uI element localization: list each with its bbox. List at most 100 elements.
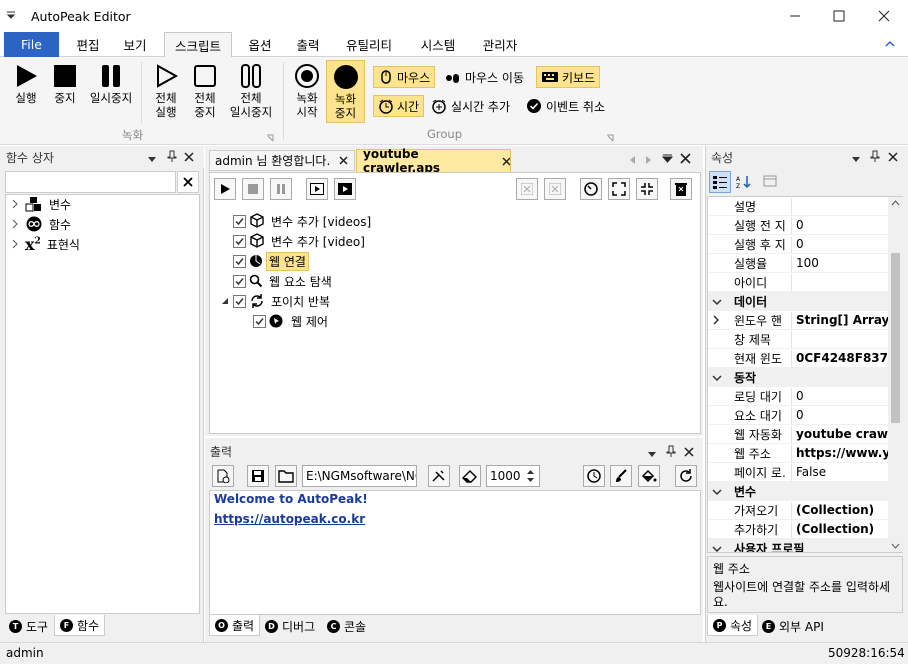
tab-youtube-crawler[interactable]: youtube crawler.aps xyxy=(356,147,511,175)
tab-debug[interactable]: D 디버그 xyxy=(260,616,320,637)
script-node-web-connect[interactable]: 웹 연결 xyxy=(233,251,309,271)
script-node-foreach[interactable]: 포이치 반복 xyxy=(220,291,330,311)
stop-button[interactable]: 중지 xyxy=(48,63,82,105)
property-row[interactable]: 실행 전 지 0 xyxy=(708,216,902,235)
tree-item-variable[interactable]: 변수 xyxy=(10,194,71,214)
property-category[interactable]: 동작 xyxy=(708,368,902,387)
dialog-launcher-icon[interactable] xyxy=(606,131,614,145)
collapse-all-button[interactable] xyxy=(636,178,658,200)
pin-icon[interactable] xyxy=(167,150,177,165)
pause-button[interactable]: 일시중지 xyxy=(86,63,136,105)
timer-button[interactable] xyxy=(580,178,602,200)
maximize-button[interactable] xyxy=(816,0,861,32)
property-row[interactable]: 가져오기 (Collection) xyxy=(708,501,902,520)
menu-file[interactable]: File xyxy=(4,32,59,57)
menu-script[interactable]: 스크립트 xyxy=(164,32,232,58)
categorized-view-button[interactable] xyxy=(709,171,731,193)
refresh-button[interactable] xyxy=(675,465,697,487)
keyboard-toggle[interactable]: 키보드 xyxy=(536,66,601,88)
tab-functions[interactable]: F 함수 xyxy=(54,615,106,636)
function-search-input[interactable] xyxy=(5,171,176,193)
property-row[interactable]: 요소 대기 0 xyxy=(708,406,902,425)
property-row[interactable]: 설명 xyxy=(708,197,902,216)
dialog-launcher-icon[interactable] xyxy=(266,131,274,145)
tab-list-icon[interactable] xyxy=(661,153,674,167)
property-row[interactable]: 웹 주소 https://www.you xyxy=(708,444,902,463)
event-cancel-button[interactable]: 이벤트 취소 xyxy=(526,95,605,117)
close-panel-icon[interactable] xyxy=(684,446,694,460)
panel-dropdown-icon[interactable] xyxy=(648,447,656,461)
script-stop-button[interactable] xyxy=(242,178,264,200)
panel-dropdown-icon[interactable] xyxy=(852,152,860,166)
menu-edit[interactable]: 편집 xyxy=(66,32,110,57)
checkbox[interactable] xyxy=(233,254,246,268)
property-category[interactable]: 변수 xyxy=(708,482,902,501)
realtime-add-button[interactable]: 실시간 추가 xyxy=(431,95,510,117)
pin-icon[interactable] xyxy=(870,150,880,165)
step-run-button[interactable] xyxy=(306,178,328,200)
menu-output[interactable]: 출력 xyxy=(286,32,330,57)
script-run-button[interactable] xyxy=(214,178,236,200)
background-fill-button[interactable] xyxy=(638,465,660,487)
pause-all-button[interactable]: 전체 일시중지 xyxy=(226,63,276,119)
tab-tools[interactable]: T 도구 xyxy=(4,616,53,637)
minimize-button[interactable] xyxy=(772,0,817,32)
delete-disabled-button[interactable] xyxy=(516,178,538,200)
log-path-input[interactable]: E:\NGMsoftware\NG xyxy=(302,465,417,487)
menu-utility[interactable]: 유틸리티 xyxy=(334,32,404,57)
property-scrollbar[interactable] xyxy=(888,197,903,552)
script-pause-button[interactable] xyxy=(270,178,292,200)
new-log-button[interactable] xyxy=(212,465,234,487)
script-node-web-control[interactable]: 웹 제어 xyxy=(253,311,328,331)
open-folder-button[interactable] xyxy=(275,465,297,487)
clear-search-button[interactable] xyxy=(177,171,199,193)
stop-all-button[interactable]: 전체 중지 xyxy=(187,63,223,119)
checkbox[interactable] xyxy=(233,234,246,248)
property-row[interactable]: 실행율 100 xyxy=(708,254,902,273)
scroll-tabs-right-icon[interactable] xyxy=(645,154,653,168)
mouse-toggle[interactable]: 마우스 xyxy=(373,66,436,88)
property-row[interactable]: 페이지 로. False xyxy=(708,463,902,482)
menu-admin[interactable]: 관리자 xyxy=(472,32,528,57)
run-button[interactable]: 실행 xyxy=(8,63,44,105)
tab-external-api[interactable]: E 외부 API xyxy=(757,616,829,637)
panel-dropdown-icon[interactable] xyxy=(148,152,156,166)
property-category[interactable]: 사용자 프로필 xyxy=(708,539,902,552)
clean-button[interactable] xyxy=(428,465,450,487)
output-link[interactable]: https://autopeak.co.kr xyxy=(214,512,365,526)
tab-welcome[interactable]: admin 님 환영합니다. xyxy=(209,150,355,171)
property-row[interactable]: 추가하기 (Collection) xyxy=(708,520,902,539)
tree-item-expression[interactable]: x2 표현식 xyxy=(10,234,80,254)
record-stop-button[interactable]: 녹화 중지 xyxy=(326,60,365,123)
property-pages-icon[interactable] xyxy=(763,174,777,191)
delete-all-disabled-button[interactable] xyxy=(544,178,566,200)
record-start-button[interactable]: 녹화 시작 xyxy=(290,63,324,119)
menu-options[interactable]: 옵션 xyxy=(238,32,282,57)
script-node-find-web-element[interactable]: 웹 요소 탐색 xyxy=(233,271,332,291)
tree-item-function[interactable]: 함수 xyxy=(10,214,71,234)
menu-system[interactable]: 시스템 xyxy=(410,32,466,57)
alphabetical-view-button[interactable]: AZ xyxy=(733,172,755,192)
property-row[interactable]: 아이디 xyxy=(708,273,902,292)
color-pen-button[interactable] xyxy=(610,465,632,487)
checkbox[interactable] xyxy=(233,214,246,228)
close-window-button[interactable] xyxy=(861,0,906,32)
run-from-here-button[interactable] xyxy=(334,178,356,200)
expand-all-button[interactable] xyxy=(608,178,630,200)
mouse-move-toggle[interactable]: 마우스 이동 xyxy=(444,66,524,88)
time-toggle[interactable]: 시간 xyxy=(373,95,425,117)
script-node-add-variable-video[interactable]: 변수 추가 [video] xyxy=(233,231,365,251)
timestamp-button[interactable] xyxy=(583,465,605,487)
checkbox[interactable] xyxy=(253,314,266,328)
pin-icon[interactable] xyxy=(666,445,676,460)
close-panel-icon[interactable] xyxy=(184,151,194,165)
property-row[interactable]: 현재 윈도 0CF4248F837265 xyxy=(708,349,902,368)
script-node-add-variable-videos[interactable]: 변수 추가 [videos] xyxy=(233,211,371,231)
property-row[interactable]: 창 제목 xyxy=(708,330,902,349)
close-document-icon[interactable] xyxy=(680,153,691,167)
tab-properties[interactable]: P 속성 xyxy=(707,615,759,636)
scroll-tabs-left-icon[interactable] xyxy=(628,154,636,168)
property-category[interactable]: 데이터 xyxy=(708,292,902,311)
property-row[interactable]: 웹 자동화 youtube crawler xyxy=(708,425,902,444)
property-row[interactable]: 실행 후 지 0 xyxy=(708,235,902,254)
